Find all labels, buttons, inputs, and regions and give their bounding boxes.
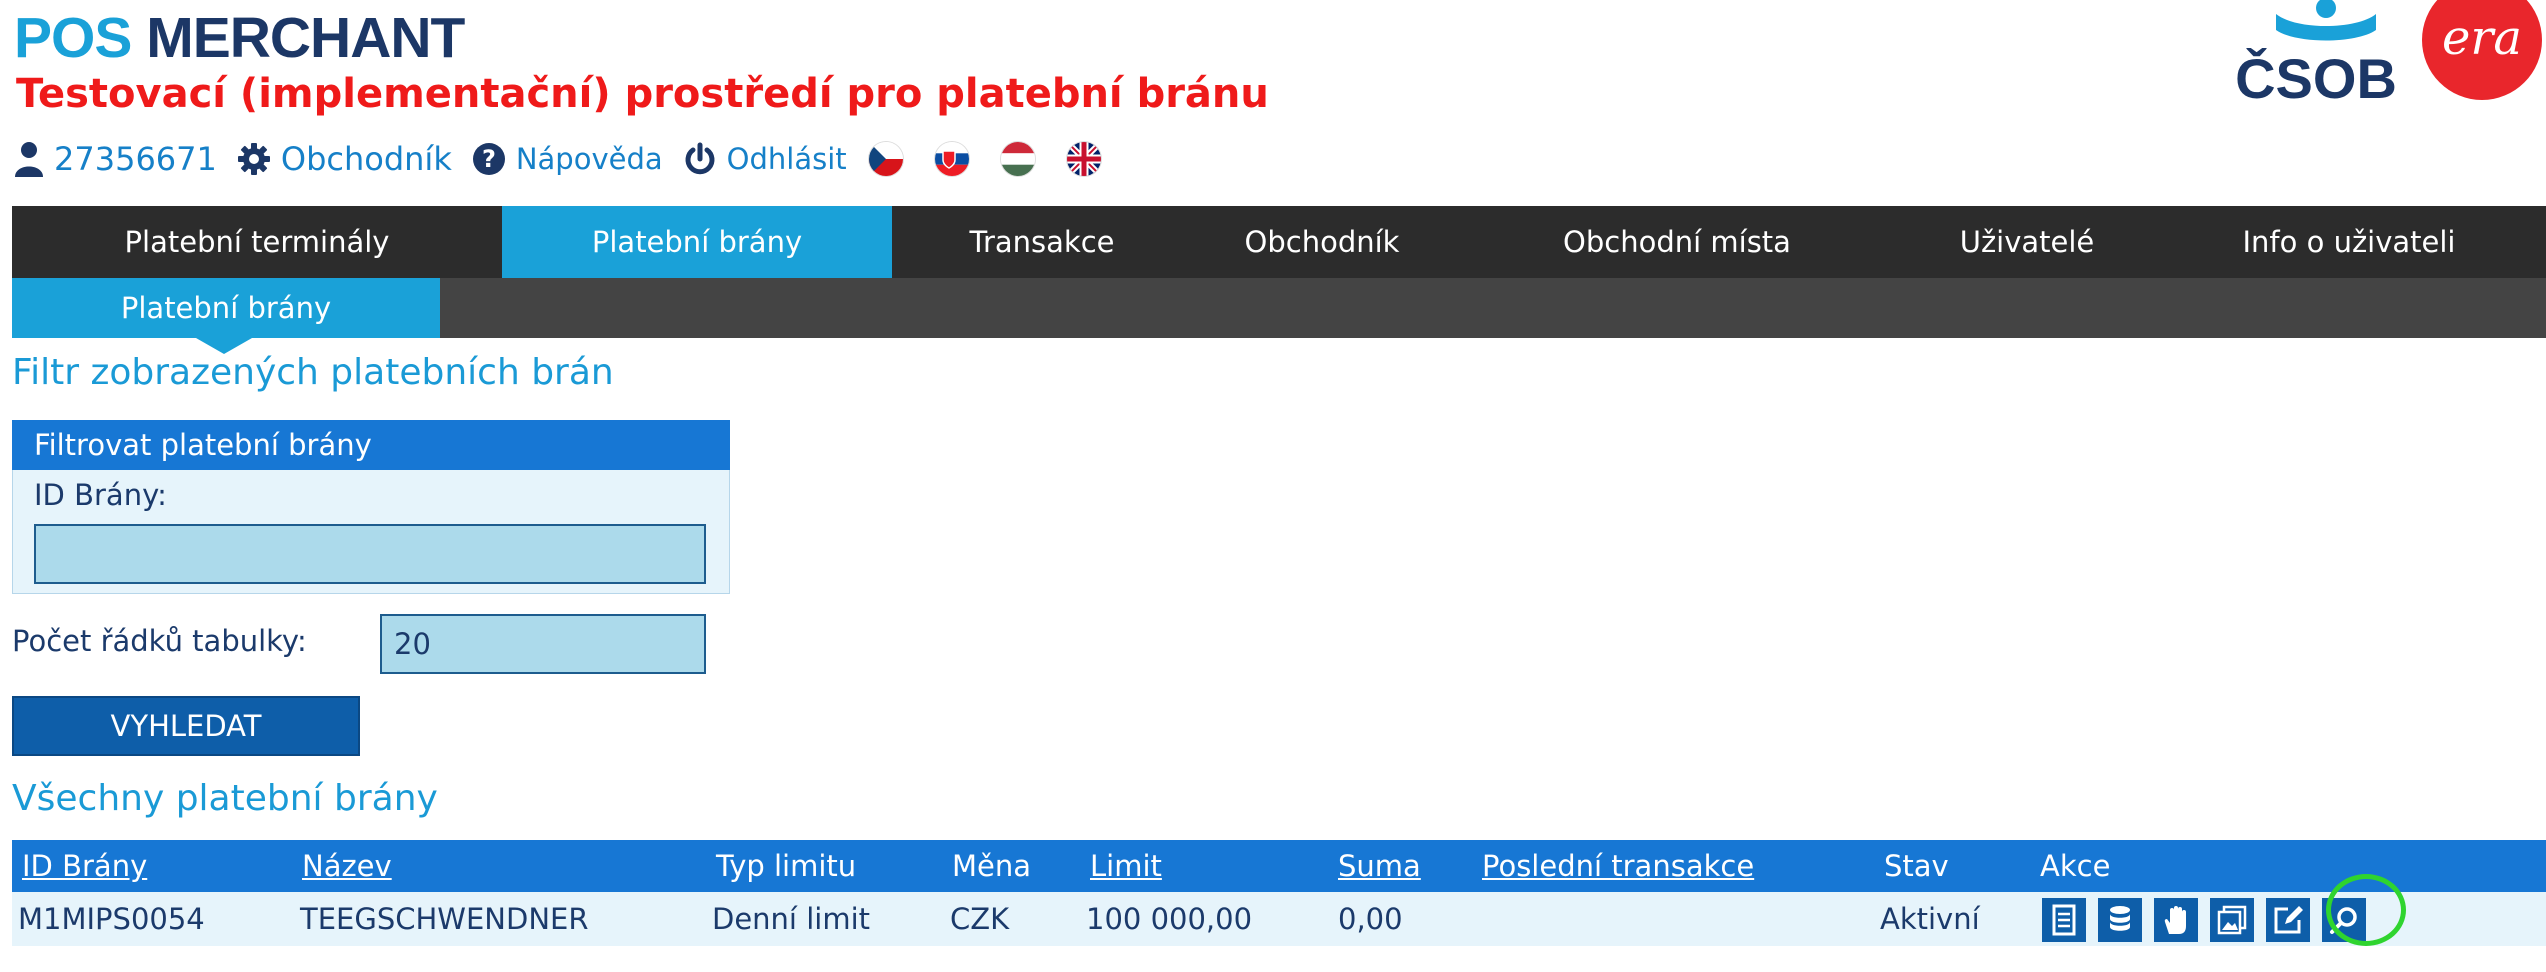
svg-text:era: era	[2442, 10, 2522, 66]
user-id-item[interactable]: 27356671	[14, 140, 217, 178]
filter-box-title: Filtrovat platební brány	[12, 420, 730, 470]
power-icon	[685, 142, 715, 175]
filter-heading: Filtr zobrazených platebních brán	[12, 352, 614, 393]
help-link-label: Nápověda	[515, 142, 663, 176]
help-link[interactable]: ? Nápověda	[472, 142, 663, 176]
gateway-id-label: ID Brány:	[34, 478, 167, 512]
column-header-currency: Měna	[952, 849, 1032, 883]
flag-hu-icon[interactable]	[1000, 142, 1035, 176]
csob-logo: ČSOB	[2216, 0, 2416, 110]
nav-transactions[interactable]: Transakce	[892, 206, 1192, 278]
table-header: ID Brány Název Typ limitu Měna Limit Sum…	[12, 840, 2546, 892]
svg-text:ČSOB: ČSOB	[2235, 47, 2397, 104]
gallery-icon	[2217, 905, 2247, 935]
database-icon	[2110, 906, 2130, 931]
user-id: 27356671	[54, 140, 217, 178]
environment-subtitle: Testovací (implementační) prostředí pro …	[16, 71, 1269, 117]
gateway-id-input[interactable]	[34, 524, 706, 584]
nav-merchant[interactable]: Obchodník	[1192, 206, 1452, 278]
nav-users[interactable]: Uživatelé	[1902, 206, 2152, 278]
cell-gateway-id: M1MIPS0054	[18, 902, 205, 936]
svg-text:?: ?	[482, 145, 496, 173]
flag-cs-icon[interactable]	[868, 142, 903, 176]
rows-count-input[interactable]	[380, 614, 706, 674]
brand-logo-text: POS MERCHANT	[14, 6, 465, 70]
nav-payment-gateways[interactable]: Platební brány	[502, 206, 892, 278]
column-header-status: Stav	[1884, 849, 1949, 883]
user-bar: 27356671 Obchodník ? Nápověda Odhlásit	[14, 134, 1133, 184]
search-button[interactable]: VYHLEDAT	[12, 696, 360, 756]
era-logo: era	[2412, 0, 2546, 100]
highlight-circle	[2326, 874, 2406, 946]
column-header-limit[interactable]: Limit	[1090, 840, 1162, 892]
cell-name: TEEGSCHWENDNER	[300, 902, 589, 936]
logout-link[interactable]: Odhlásit	[683, 142, 847, 176]
user-icon	[15, 142, 43, 177]
gallery-action[interactable]	[2210, 898, 2254, 942]
cell-sum: 0,00	[1338, 902, 1403, 936]
cell-limit: 100 000,00	[1086, 902, 1253, 936]
table-row: M1MIPS0054 TEEGSCHWENDNER Denní limit CZ…	[12, 892, 2546, 946]
hand-icon	[2164, 906, 2186, 934]
main-nav: Platební terminály Platební brány Transa…	[12, 206, 2546, 278]
rows-count-label: Počet řádků tabulky:	[12, 624, 307, 658]
column-header-sum[interactable]: Suma	[1338, 840, 1421, 892]
cell-status: Aktivní	[1880, 902, 1980, 936]
edit-action[interactable]	[2266, 898, 2310, 942]
edit-icon	[2274, 906, 2303, 934]
merchant-link-label: Obchodník	[280, 140, 452, 178]
nav-points-of-sale[interactable]: Obchodní místa	[1452, 206, 1902, 278]
cell-limit-type: Denní limit	[712, 902, 870, 936]
help-icon: ?	[472, 143, 505, 175]
column-header-name[interactable]: Název	[302, 840, 392, 892]
gear-icon	[237, 143, 270, 175]
column-header-limit-type: Typ limitu	[716, 849, 857, 883]
column-header-id[interactable]: ID Brány	[22, 840, 147, 892]
block-action[interactable]	[2154, 898, 2198, 942]
nav-user-info[interactable]: Info o uživateli	[2152, 206, 2546, 278]
column-header-last-transaction[interactable]: Poslední transakce	[1482, 840, 1754, 892]
database-action[interactable]	[2098, 898, 2142, 942]
merchant-link[interactable]: Obchodník	[237, 140, 452, 178]
flag-sk-icon[interactable]	[934, 142, 969, 176]
cell-currency: CZK	[950, 902, 1010, 936]
brand-pos: POS	[14, 6, 132, 70]
flag-en-icon[interactable]	[1066, 142, 1101, 176]
all-gateways-heading: Všechny platební brány	[12, 778, 438, 819]
brand-merchant: MERCHANT	[146, 6, 465, 70]
document-icon	[2052, 904, 2076, 936]
subnav-payment-gateways[interactable]: Platební brány	[12, 278, 440, 338]
detail-action[interactable]	[2042, 898, 2086, 942]
nav-payment-terminals[interactable]: Platební terminály	[12, 206, 502, 278]
logout-link-label: Odhlásit	[726, 142, 847, 176]
column-header-actions: Akce	[2040, 849, 2111, 883]
